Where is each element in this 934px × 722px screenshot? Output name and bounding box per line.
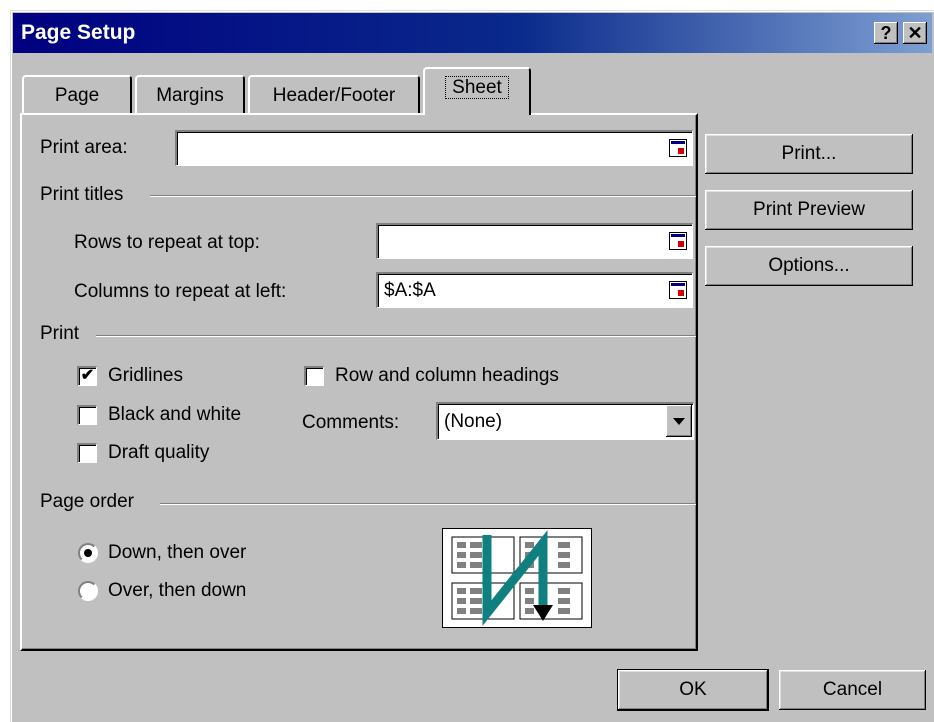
- check-icon: ✔: [80, 367, 95, 384]
- close-icon: ✕: [907, 23, 923, 43]
- tab-sheet[interactable]: Sheet: [423, 67, 531, 115]
- print-titles-heading: Print titles: [40, 184, 124, 205]
- options-button[interactable]: Options...: [705, 246, 913, 286]
- print-button[interactable]: Print...: [705, 134, 913, 174]
- black-white-label[interactable]: Black and white: [108, 404, 241, 426]
- title-bar[interactable]: Page Setup ? ✕: [13, 13, 932, 53]
- over-then-down-radio[interactable]: [78, 581, 98, 601]
- gridlines-label[interactable]: Gridlines: [108, 365, 183, 387]
- cancel-button[interactable]: Cancel: [779, 670, 926, 710]
- tab-header-footer[interactable]: Header/Footer: [248, 75, 420, 115]
- print-area-input[interactable]: [175, 130, 693, 166]
- comments-label: Comments:: [302, 412, 400, 433]
- page-order-preview: [442, 528, 592, 628]
- row-col-headings-label[interactable]: Row and column headings: [335, 365, 559, 387]
- tab-page[interactable]: Page: [22, 75, 132, 115]
- rows-repeat-input[interactable]: [376, 223, 693, 259]
- help-icon: ?: [880, 23, 892, 43]
- comments-dropdown[interactable]: (None): [436, 402, 694, 440]
- collapse-dialog-icon[interactable]: [669, 281, 687, 299]
- print-preview-button[interactable]: Print Preview: [705, 190, 913, 230]
- rows-repeat-label: Rows to repeat at top:: [74, 232, 260, 253]
- draft-quality-checkbox[interactable]: [77, 443, 97, 463]
- gridlines-checkbox[interactable]: ✔: [77, 366, 97, 386]
- row-col-headings-checkbox[interactable]: [304, 366, 324, 386]
- columns-repeat-input[interactable]: $A:$A: [376, 272, 693, 308]
- print-divider: [96, 335, 696, 337]
- black-white-checkbox[interactable]: [77, 405, 97, 425]
- ok-button[interactable]: OK: [618, 670, 768, 710]
- down-then-over-label[interactable]: Down, then over: [108, 542, 246, 564]
- print-titles-divider: [150, 195, 696, 197]
- print-heading: Print: [40, 323, 80, 344]
- collapse-dialog-icon[interactable]: [669, 232, 687, 250]
- chevron-down-icon[interactable]: [666, 405, 692, 437]
- window-title: Page Setup: [21, 21, 136, 44]
- collapse-dialog-icon[interactable]: [669, 139, 687, 157]
- print-area-label: Print area:: [40, 137, 128, 158]
- draft-quality-label[interactable]: Draft quality: [108, 442, 209, 464]
- help-button[interactable]: ?: [874, 22, 898, 44]
- page-order-heading: Page order: [40, 491, 135, 512]
- page-order-icon: [451, 530, 583, 626]
- columns-repeat-label: Columns to repeat at left:: [74, 281, 287, 302]
- close-button[interactable]: ✕: [903, 22, 927, 44]
- sheet-panel: Print area: Print titles Rows to repeat …: [20, 113, 698, 651]
- down-then-over-radio[interactable]: [78, 543, 98, 563]
- tab-margins[interactable]: Margins: [135, 75, 245, 115]
- page-order-divider: [160, 503, 696, 505]
- over-then-down-label[interactable]: Over, then down: [108, 580, 246, 602]
